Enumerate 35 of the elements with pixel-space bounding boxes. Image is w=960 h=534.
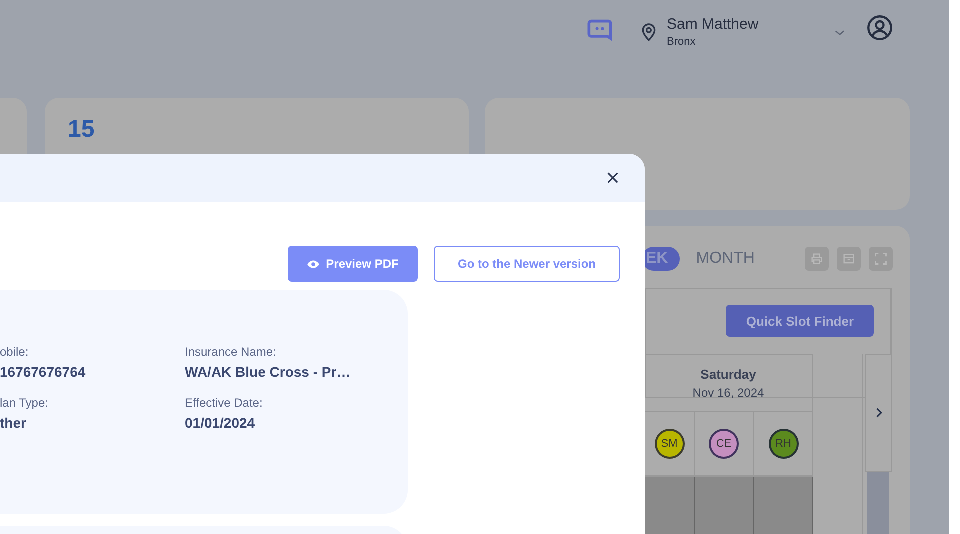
- provider-avatar[interactable]: RH: [768, 428, 798, 458]
- fullscreen-icon: [874, 252, 888, 266]
- archive-button[interactable]: [837, 247, 861, 271]
- provider-avatar[interactable]: SM: [654, 428, 684, 458]
- print-button[interactable]: [805, 247, 829, 271]
- field-value: 01/01/2024: [185, 415, 256, 431]
- next-button[interactable]: [865, 354, 892, 472]
- quick-slot-finder-button[interactable]: Quick Slot Finder: [726, 305, 874, 337]
- field-value: 16767676764: [0, 364, 87, 380]
- scrollbar[interactable]: [867, 472, 889, 534]
- time-slot[interactable]: [695, 477, 754, 534]
- time-slot[interactable]: [754, 477, 813, 534]
- view-tab[interactable]: EK: [642, 247, 680, 271]
- day-name: Saturday: [700, 366, 756, 382]
- user-name: Sam Matthew: [667, 16, 760, 34]
- field-label: obile:: [0, 345, 30, 359]
- close-icon: [605, 170, 621, 186]
- location-name: Bronx: [667, 36, 697, 48]
- field-value: WA/AK Blue Cross - Pr…: [185, 364, 352, 380]
- newer-version-button[interactable]: Go to the Newer version: [434, 246, 620, 282]
- day-date: Nov 16, 2024: [692, 386, 764, 400]
- field-label: Insurance Name:: [185, 345, 278, 359]
- field-value: ther: [0, 415, 28, 431]
- stat-value: 15: [68, 116, 96, 144]
- view-tab[interactable]: MONTH: [688, 247, 763, 271]
- preview-pdf-button[interactable]: Preview PDF: [288, 246, 418, 282]
- archive-icon: [842, 252, 856, 266]
- field-label: lan Type:: [0, 396, 50, 410]
- user-avatar-icon[interactable]: [867, 15, 893, 41]
- fullscreen-button[interactable]: [869, 247, 893, 271]
- provider-avatar[interactable]: CE: [709, 428, 739, 458]
- time-slot[interactable]: [645, 477, 695, 534]
- print-icon: [810, 252, 824, 266]
- field-label: Effective Date:: [185, 396, 264, 410]
- chat-icon[interactable]: [587, 17, 613, 43]
